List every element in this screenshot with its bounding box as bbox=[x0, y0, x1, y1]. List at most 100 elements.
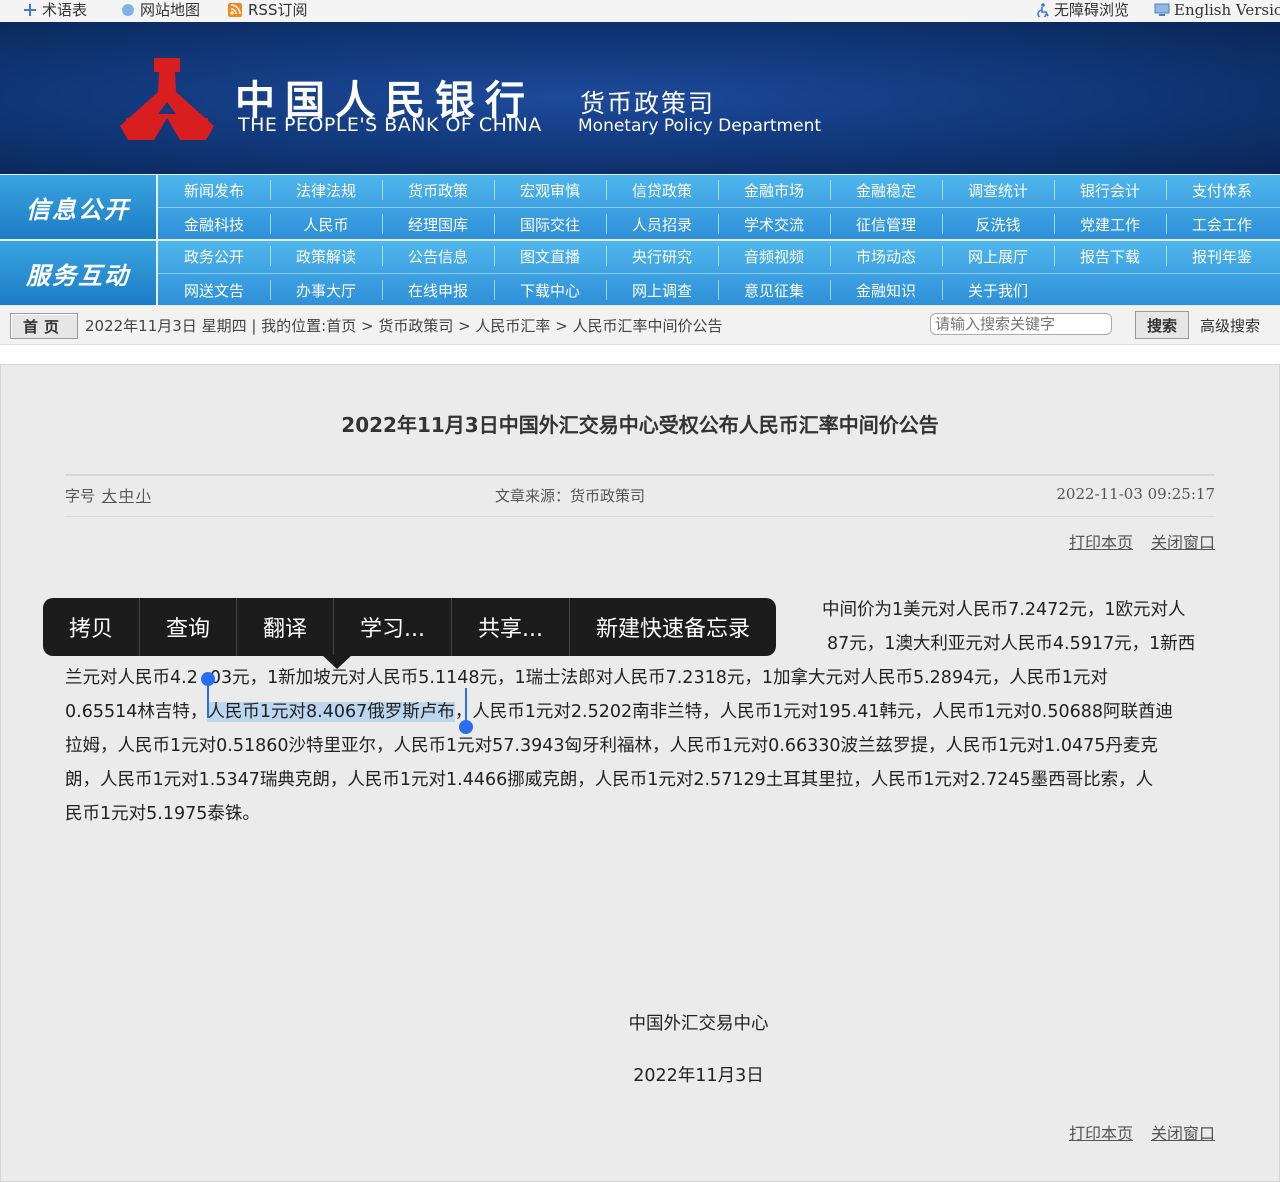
nav-item[interactable]: 学术交流 bbox=[718, 209, 830, 239]
nav-item[interactable]: 工会工作 bbox=[1166, 209, 1278, 239]
glossary-icon bbox=[24, 4, 36, 16]
text-selection-context-menu: 拷贝 查询 翻译 学习... 共享... 新建快速备忘录 bbox=[43, 598, 777, 656]
nav-separator bbox=[942, 280, 943, 300]
nav-item[interactable]: 经理国库 bbox=[382, 209, 494, 239]
advanced-search-link[interactable]: 高级搜索 bbox=[1200, 315, 1260, 336]
nav-section-info-disclosure[interactable]: 信息公开 bbox=[0, 175, 156, 239]
nav-item[interactable]: 人员招录 bbox=[606, 209, 718, 239]
print-link[interactable]: 打印本页 bbox=[1069, 1124, 1133, 1143]
english-version-link[interactable]: English Version bbox=[1154, 0, 1280, 20]
context-menu-item[interactable]: 学习... bbox=[334, 598, 453, 656]
sitemap-link[interactable]: 网站地图 bbox=[120, 0, 200, 20]
nav-separator bbox=[606, 280, 607, 300]
nav-item[interactable]: 信贷政策 bbox=[606, 175, 718, 205]
department-name-cn: 货币政策司 bbox=[580, 89, 716, 118]
body-line: 兰元对人民币4.2 03元，1新加坡元对人民币5.1148元，1瑞士法郎对人民币7… bbox=[65, 668, 1108, 688]
nav-section-service-interaction[interactable]: 服务互动 bbox=[0, 241, 156, 305]
nav-item[interactable]: 调查统计 bbox=[942, 175, 1054, 205]
context-menu-item[interactable]: 拷贝 bbox=[43, 598, 141, 656]
context-menu-item[interactable]: 共享... bbox=[452, 598, 571, 656]
nav-separator bbox=[1166, 180, 1167, 200]
nav-item[interactable]: 征信管理 bbox=[830, 209, 942, 239]
nav-item[interactable]: 宏观审慎 bbox=[494, 175, 606, 205]
nav-item[interactable]: 公告信息 bbox=[382, 241, 494, 271]
nav-grid-service: 政务公开 政策解读 公告信息 图文直播 央行研究 音频视频 市场动态 网上展厅 报告下载 报刊年鉴… bbox=[158, 241, 1280, 305]
nav-separator bbox=[830, 180, 831, 200]
nav-separator bbox=[718, 246, 719, 266]
nav-separator bbox=[718, 180, 719, 200]
body-line: 民币1元对5.1975泰铢。 bbox=[65, 804, 260, 824]
nav-item[interactable]: 反洗钱 bbox=[942, 209, 1054, 239]
department-name-en: Monetary Policy Department bbox=[578, 116, 822, 136]
nav-item[interactable]: 办事大厅 bbox=[270, 275, 382, 305]
bank-name-en: THE PEOPLE'S BANK OF CHINA bbox=[238, 114, 542, 136]
font-medium-link[interactable]: 中 bbox=[119, 487, 134, 505]
font-large-link[interactable]: 大 bbox=[102, 487, 117, 505]
context-menu-item[interactable]: 翻译 bbox=[237, 598, 335, 656]
context-menu-item[interactable]: 新建快速备忘录 bbox=[570, 598, 776, 656]
rss-link[interactable]: RSS订阅 bbox=[228, 0, 307, 20]
nav-item[interactable]: 网上调查 bbox=[606, 275, 718, 305]
nav-item[interactable]: 金融知识 bbox=[830, 275, 942, 305]
nav-separator bbox=[606, 180, 607, 200]
nav-item[interactable]: 政策解读 bbox=[270, 241, 382, 271]
glossary-link[interactable]: 术语表 bbox=[22, 0, 87, 20]
nav-item[interactable]: 银行会计 bbox=[1054, 175, 1166, 205]
nav-separator bbox=[382, 180, 383, 200]
site-banner: 中国人民银行 THE PEOPLE'S BANK OF CHINA 货币政策司 … bbox=[0, 22, 1280, 174]
selection-end-caret bbox=[465, 688, 467, 722]
globe-icon bbox=[122, 4, 134, 16]
nav-item[interactable]: 法律法规 bbox=[270, 175, 382, 205]
search-button[interactable]: 搜索 bbox=[1135, 311, 1189, 339]
nav-item[interactable]: 货币政策 bbox=[382, 175, 494, 205]
nav-separator bbox=[270, 214, 271, 234]
nav-item[interactable]: 金融市场 bbox=[718, 175, 830, 205]
nav-separator bbox=[830, 280, 831, 300]
body-line: 0.65514林吉特，人民币1元对8.4067俄罗斯卢布，人民币1元对2.520… bbox=[65, 702, 1173, 722]
search-input[interactable] bbox=[930, 313, 1112, 335]
body-line: 朗，人民币1元对1.5347瑞典克朗，人民币1元对1.4466挪威克朗，人民币1… bbox=[65, 770, 1154, 790]
home-button[interactable]: 首页 bbox=[10, 313, 78, 339]
accessibility-link[interactable]: 无障碍浏览 bbox=[1034, 0, 1129, 20]
article-source: 文章来源：货币政策司 bbox=[495, 487, 646, 505]
nav-item[interactable]: 金融稳定 bbox=[830, 175, 942, 205]
nav-item[interactable]: 在线申报 bbox=[382, 275, 494, 305]
article-container: 2022年11月3日中国外汇交易中心受权公布人民币汇率中间价公告 字号 大中小 … bbox=[0, 364, 1280, 1182]
nav-item[interactable]: 报刊年鉴 bbox=[1166, 241, 1278, 271]
selection-end-handle[interactable] bbox=[459, 720, 473, 734]
font-size-selector: 字号 大中小 bbox=[65, 487, 151, 505]
print-link[interactable]: 打印本页 bbox=[1069, 533, 1133, 552]
nav-item[interactable]: 金融科技 bbox=[158, 209, 270, 239]
nav-item[interactable]: 图文直播 bbox=[494, 241, 606, 271]
close-window-link[interactable]: 关闭窗口 bbox=[1151, 533, 1215, 552]
nav-separator bbox=[830, 246, 831, 266]
nav-item[interactable]: 人民币 bbox=[270, 209, 382, 239]
nav-item[interactable]: 市场动态 bbox=[830, 241, 942, 271]
main-navigation: 信息公开 新闻发布 法律法规 货币政策 宏观审慎 信贷政策 金融市场 金融稳定 调查统计 银行会… bbox=[0, 174, 1280, 306]
nav-item[interactable]: 央行研究 bbox=[606, 241, 718, 271]
nav-item[interactable]: 下载中心 bbox=[494, 275, 606, 305]
nav-separator bbox=[382, 280, 383, 300]
selected-text[interactable]: 人民币1元对8.4067俄罗斯卢布 bbox=[207, 702, 455, 722]
close-window-link[interactable]: 关闭窗口 bbox=[1151, 1124, 1215, 1143]
context-menu-item[interactable]: 查询 bbox=[140, 598, 238, 656]
article-title: 2022年11月3日中国外汇交易中心受权公布人民币汇率中间价公告 bbox=[341, 413, 939, 437]
nav-item[interactable]: 新闻发布 bbox=[158, 175, 270, 205]
nav-item[interactable]: 支付体系 bbox=[1166, 175, 1278, 205]
nav-item[interactable]: 党建工作 bbox=[1054, 209, 1166, 239]
nav-separator bbox=[1166, 246, 1167, 266]
nav-item[interactable]: 网上展厅 bbox=[942, 241, 1054, 271]
font-small-link[interactable]: 小 bbox=[136, 487, 151, 505]
nav-separator bbox=[830, 214, 831, 234]
nav-item[interactable]: 关于我们 bbox=[942, 275, 1054, 305]
nav-item[interactable]: 政务公开 bbox=[158, 241, 270, 271]
nav-item[interactable]: 音频视频 bbox=[718, 241, 830, 271]
nav-item[interactable]: 报告下载 bbox=[1054, 241, 1166, 271]
nav-item[interactable]: 网送文告 bbox=[158, 275, 270, 305]
nav-item[interactable]: 意见征集 bbox=[718, 275, 830, 305]
nav-item[interactable]: 国际交往 bbox=[494, 209, 606, 239]
nav-separator bbox=[1054, 180, 1055, 200]
nav-separator bbox=[494, 214, 495, 234]
breadcrumb-bar: 首页 2022年11月3日 星期四 | 我的位置:首页 > 货币政策司 > 人民… bbox=[0, 306, 1280, 345]
sign-date: 2022年11月3日 bbox=[633, 1066, 764, 1086]
